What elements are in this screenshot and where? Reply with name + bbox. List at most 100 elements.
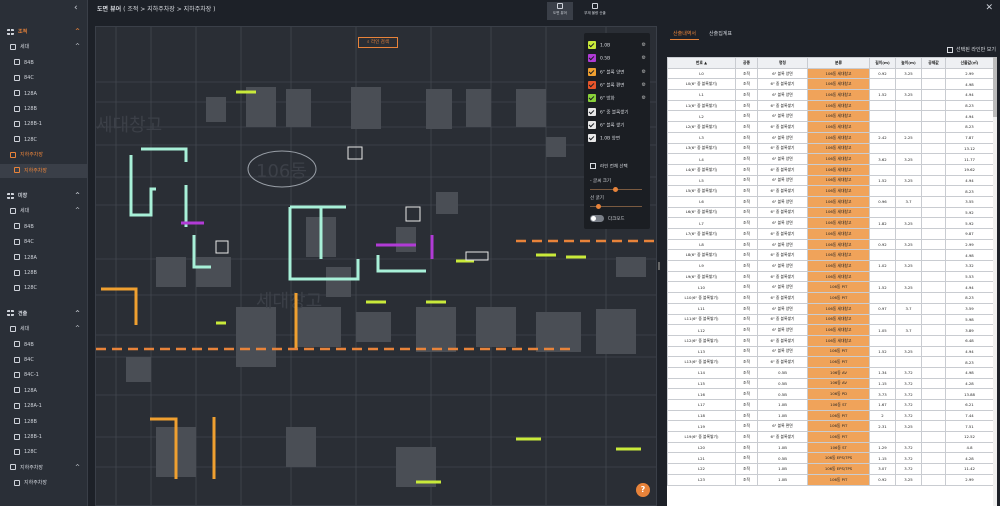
column-header[interactable]: 번호 ▲ — [667, 57, 736, 69]
sidebar-item[interactable]: 128A — [0, 87, 87, 101]
table-row[interactable]: L9(6" 중 블록쌓기) 조적 6" 중 블록쌓기 106동 세대창고 5.53 — [667, 270, 994, 283]
gear-icon[interactable]: ⚙ — [642, 81, 646, 90]
column-header[interactable]: 산출값(㎡) — [945, 57, 994, 69]
table-row[interactable]: L19 조적 6" 블록 편면 106동 PIT 2.31 3.25 7.51 — [667, 420, 994, 433]
dark-mode-toggle[interactable]: 다크모드 — [590, 215, 625, 222]
sidebar-item[interactable]: 84C — [0, 353, 87, 367]
table-scrollbar[interactable] — [993, 57, 997, 506]
layer-toggle[interactable]: 6" 방화 ⚙ — [588, 94, 648, 106]
chevron-up-icon[interactable]: ^ — [75, 307, 80, 321]
table-row[interactable]: L12(6" 중 블록쌓기) 조적 6" 중 블록쌓기 106동 세대창고 6.48 — [667, 334, 994, 347]
sidebar-item[interactable]: 84B — [0, 56, 87, 70]
sidebar-item[interactable]: 세대 ^ — [0, 40, 87, 54]
sidebar-item[interactable]: 지하주차장 — [0, 148, 87, 162]
table-row[interactable]: L0(6" 중 블록쌓기) 조적 6" 중 블록쌓기 106동 세대창고 4.98 — [667, 78, 994, 91]
table-row[interactable]: L6(6" 중 블록쌓기) 조적 6" 중 블록쌓기 106동 세대창고 5.92 — [667, 206, 994, 219]
table-row[interactable]: L2 조적 6" 블록 양면 106동 세대창고 4.94 — [667, 110, 994, 123]
table-row[interactable]: L0 조적 6" 블록 양면 106동 세대창고 0.92 3.25 2.99 — [667, 67, 994, 80]
table-row[interactable]: L19(6" 중 블록쌓기) 조적 6" 중 블록쌓기 106동 PIT 12.52 — [667, 431, 994, 443]
sidebar-item[interactable]: 지하주차장 — [0, 476, 87, 490]
tab-calc-summary[interactable]: 산출집계표 — [706, 28, 735, 40]
column-header[interactable]: 길이(m) — [869, 57, 896, 69]
table-row[interactable]: L7 조적 6" 블록 양면 106동 세대창고 1.82 3.25 5.92 — [667, 217, 994, 229]
chevron-up-icon[interactable]: ^ — [75, 25, 80, 39]
chevron-up-icon[interactable]: ^ — [75, 461, 80, 475]
sidebar-item[interactable]: 128B-1 — [0, 430, 87, 444]
sidebar-item[interactable]: 84C — [0, 71, 87, 85]
table-row[interactable]: L3(6" 중 블록쌓기) 조적 6" 중 블록쌓기 106동 세대창고 13.12 — [667, 142, 994, 155]
gear-icon[interactable]: ⚙ — [642, 41, 646, 50]
table-row[interactable]: L4 조적 6" 블록 양면 106동 세대창고 3.62 3.25 11.77 — [667, 153, 994, 165]
table-row[interactable]: L21 조적 0.5B 106동 EPS/TPS 1.15 3.72 4.28 — [667, 452, 994, 465]
layer-toggle[interactable]: 6" 중 블록쌓기 — [588, 107, 648, 120]
floorplan-svg[interactable]: 106동 세대창고 세대창고 — [96, 27, 657, 506]
table-row[interactable]: L11 조적 6" 블록 양면 106동 세대창고 0.97 3.7 3.59 — [667, 302, 994, 315]
sidebar-item[interactable]: 지하주차장 ^ — [0, 461, 87, 475]
table-row[interactable]: L1 조적 6" 블록 양면 106동 세대창고 1.52 3.25 4.94 — [667, 89, 994, 101]
close-icon[interactable]: ✕ — [985, 3, 993, 13]
sidebar-item[interactable]: 미장 ^ — [0, 189, 87, 203]
table-row[interactable]: L23 조적 1.0B 106동 PIT 0.92 3.25 2.99 — [667, 473, 994, 486]
sidebar-item[interactable]: 세대 ^ — [0, 204, 87, 218]
column-header[interactable]: 명칭 — [757, 57, 808, 69]
select-all-lines-toggle[interactable]: 라인 전체 선택 — [590, 163, 628, 170]
column-header[interactable]: 분류 — [807, 57, 870, 69]
table-row[interactable]: L7(6" 중 블록쌓기) 조적 6" 중 블록쌓기 106동 세대창고 9.87 — [667, 228, 994, 240]
chevron-up-icon[interactable]: ^ — [75, 322, 80, 336]
table-row[interactable]: L22 조적 1.0B 106동 EPS/TPS 3.07 3.72 11.42 — [667, 463, 994, 475]
table-row[interactable]: L18 조적 1.0B 106동 PIT 2 3.72 7.44 — [667, 409, 994, 422]
table-row[interactable]: L4(6" 중 블록쌓기) 조적 6" 중 블록쌓기 106동 세대창고 19.62 — [667, 163, 994, 176]
table-row[interactable]: L17 조적 1.0B 106동 ST 1.67 3.72 6.21 — [667, 399, 994, 411]
table-row[interactable]: L15 조적 0.5B 106동 AV 1.15 3.72 4.28 — [667, 377, 994, 390]
table-row[interactable]: L13 조적 6" 블록 양면 106동 PIT 1.52 3.25 4.94 — [667, 345, 994, 358]
column-header[interactable]: 공제값 — [921, 57, 946, 69]
help-button[interactable]: ? — [636, 483, 650, 497]
sidebar-item[interactable]: 128B — [0, 102, 87, 116]
table-row[interactable]: L5 조적 6" 블록 양면 106동 세대창고 1.52 3.25 4.94 — [667, 174, 994, 187]
chevron-up-icon[interactable]: ^ — [75, 40, 80, 54]
gear-icon[interactable]: ⚙ — [642, 54, 646, 63]
sidebar-item[interactable]: 84B — [0, 338, 87, 352]
font-size-knob[interactable] — [613, 187, 619, 192]
sidebar-item[interactable]: 128B-1 — [0, 117, 87, 131]
sidebar-item[interactable]: 84B — [0, 220, 87, 234]
sidebar-item[interactable]: 128C — [0, 445, 87, 459]
table-row[interactable]: L10(6" 중 블록쌓기) 조적 6" 중 블록쌓기 106동 PIT 8.23 — [667, 292, 994, 304]
table-row[interactable]: L6 조적 6" 블록 양면 106동 세대창고 0.96 3.7 3.55 — [667, 195, 994, 208]
member-info-button[interactable]: 부재 물량 산출 — [577, 2, 613, 20]
sidebar-item[interactable]: 128B — [0, 266, 87, 280]
scrollbar-thumb[interactable] — [993, 57, 997, 117]
layer-toggle[interactable]: 6" 블록 편면 ⚙ — [588, 80, 648, 93]
chevron-up-icon[interactable]: ^ — [75, 189, 80, 203]
table-row[interactable]: L14 조적 0.5B 106동 AV 1.34 3.72 4.98 — [667, 366, 994, 379]
table-row[interactable]: L2(6" 중 블록쌓기) 조적 6" 중 블록쌓기 106동 세대창고 8.23 — [667, 121, 994, 133]
column-header[interactable]: 공종 — [735, 57, 758, 69]
table-row[interactable]: L8(6" 중 블록쌓기) 조적 6" 중 블록쌓기 106동 세대창고 4.98 — [667, 249, 994, 262]
tab-calc-detail[interactable]: 산출내역서 — [670, 28, 700, 40]
line-search-button[interactable]: ⌕ 라인 검색 — [358, 37, 398, 48]
sidebar-item[interactable]: 84C-1 — [0, 368, 87, 382]
layer-toggle[interactable]: 1.0B ⚙ — [588, 41, 648, 53]
column-header[interactable]: 높이(m) — [895, 57, 922, 69]
table-row[interactable]: L20 조적 1.0B 106동 ST 1.29 3.72 4.8 — [667, 441, 994, 454]
table-row[interactable]: L11(6" 중 블록쌓기) 조적 6" 중 블록쌓기 106동 세대창고 5.98 — [667, 313, 994, 326]
sidebar-item[interactable]: 세대 ^ — [0, 322, 87, 336]
sidebar-item[interactable]: 128A — [0, 251, 87, 265]
sidebar-item[interactable]: 조적 ^ — [0, 25, 87, 39]
sidebar-item[interactable]: 84C — [0, 235, 87, 249]
chevron-up-icon[interactable]: ^ — [75, 204, 80, 218]
table-row[interactable]: L12 조적 6" 블록 양면 106동 세대창고 1.05 3.7 3.89 — [667, 324, 994, 336]
sidebar-item[interactable]: 128A-1 — [0, 399, 87, 413]
sidebar-item[interactable]: 128C — [0, 281, 87, 295]
layer-toggle[interactable]: 1.0B 양면 — [588, 134, 648, 146]
layer-toggle[interactable]: 6" 블록 쌓기 — [588, 120, 648, 133]
table-row[interactable]: L9 조적 6" 블록 양면 106동 세대창고 1.02 3.25 3.32 — [667, 260, 994, 272]
line-width-knob[interactable] — [596, 204, 602, 209]
show-selected-toggle[interactable]: 선택된 라인만 보기 — [947, 46, 996, 53]
sidebar-item[interactable]: 128B — [0, 415, 87, 429]
sidebar-item[interactable]: 128A — [0, 384, 87, 398]
chevron-left-icon[interactable]: ‹ — [74, 3, 78, 13]
drawing-view-button[interactable]: 도면 뷰어 — [547, 2, 573, 20]
table-row[interactable]: L1(6" 중 블록쌓기) 조적 6" 중 블록쌓기 106동 세대창고 8.23 — [667, 99, 994, 112]
sidebar-item[interactable]: 지하주차장 — [0, 163, 87, 178]
